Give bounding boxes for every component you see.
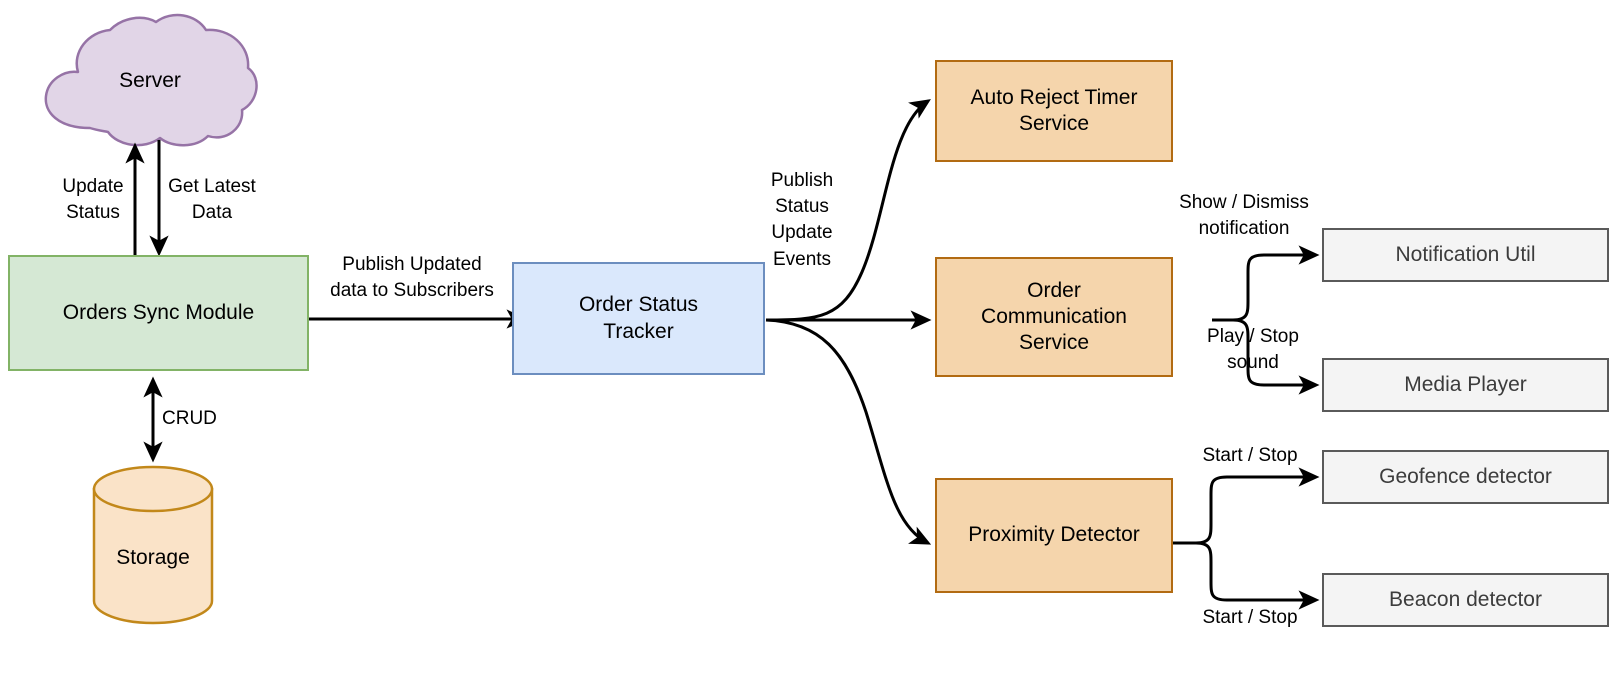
edge-proximity-to-beacon: [1173, 541, 1320, 610]
diagram-canvas: Server Storage Orders Sync Module Order …: [0, 0, 1622, 676]
proximity-detector-label: Proximity Detector: [968, 523, 1140, 547]
orders-sync-module-label: Orders Sync Module: [62, 300, 255, 324]
order-status-tracker-label: Order Status Tracker: [578, 293, 699, 343]
node-geofence-detector[interactable]: Geofence detector: [1322, 450, 1609, 504]
node-auto-reject-timer-service[interactable]: Auto Reject Timer Service: [935, 60, 1173, 162]
notification-util-label: Notification Util: [1395, 242, 1536, 266]
edge-order-comm-to-media-player: [1212, 318, 1320, 395]
auto-reject-timer-service-label: Auto Reject Timer Service: [970, 85, 1138, 135]
media-player-label: Media Player: [1404, 372, 1527, 396]
server-cloud-shape: [44, 13, 258, 147]
beacon-detector-label: Beacon detector: [1389, 587, 1542, 611]
node-orders-sync-module[interactable]: Orders Sync Module: [8, 255, 309, 371]
geofence-detector-label: Geofence detector: [1379, 464, 1552, 488]
edge-proximity-to-geofence: [1173, 467, 1320, 545]
node-notification-util[interactable]: Notification Util: [1322, 228, 1609, 282]
storage-cylinder-shape: [92, 465, 214, 625]
edge-tracker-to-proximity: [765, 318, 932, 545]
node-order-communication-service[interactable]: Order Communication Service: [935, 257, 1173, 377]
node-proximity-detector[interactable]: Proximity Detector: [935, 478, 1173, 593]
edge-tracker-to-auto-reject: [765, 99, 931, 322]
order-communication-service-label: Order Communication Service: [981, 278, 1127, 355]
node-beacon-detector[interactable]: Beacon detector: [1322, 573, 1609, 627]
node-media-player[interactable]: Media Player: [1322, 358, 1609, 412]
node-order-status-tracker[interactable]: Order Status Tracker: [512, 262, 765, 375]
edge-order-comm-to-notification: [1212, 245, 1320, 322]
